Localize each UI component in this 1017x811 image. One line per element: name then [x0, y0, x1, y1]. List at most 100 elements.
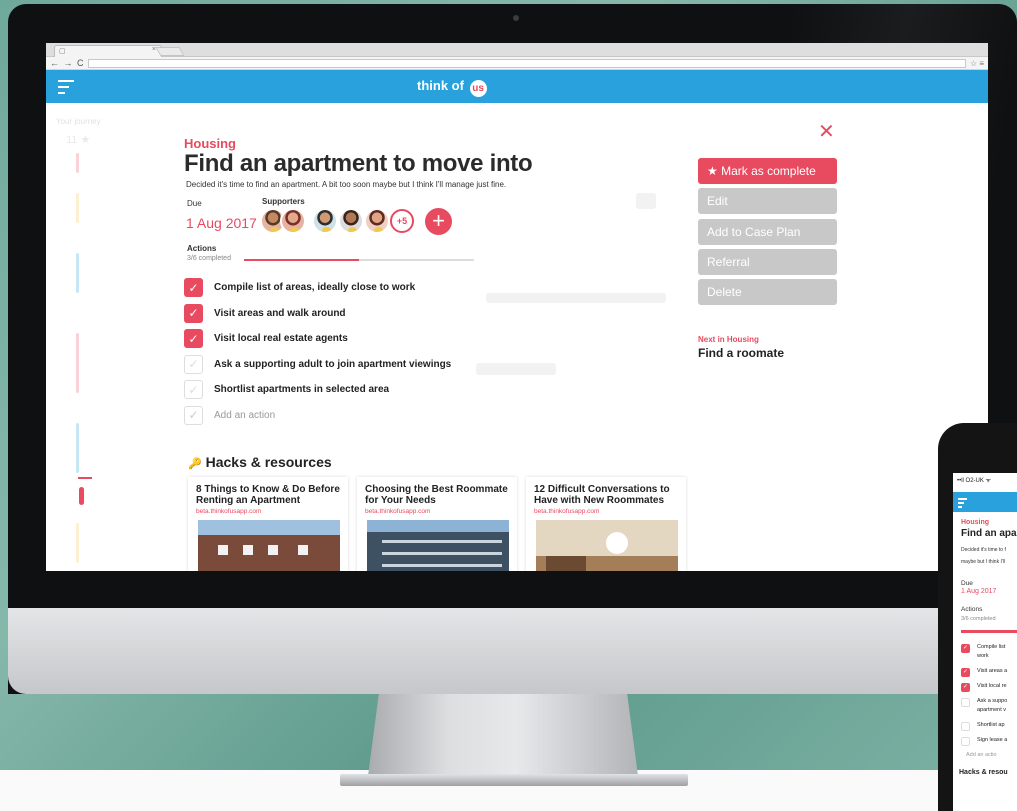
journey-segment	[76, 423, 79, 473]
actions-progress-track	[244, 259, 474, 261]
app-logo: think of us	[417, 78, 487, 97]
phone-action-label: Shortlist ap	[977, 722, 1005, 728]
phone-action-checkbox[interactable]	[961, 722, 970, 731]
resource-card-source[interactable]: beta.thinkofusapp.com	[365, 508, 509, 515]
resource-card-image[interactable]	[536, 520, 678, 571]
avatar[interactable]	[280, 208, 306, 234]
monitor-stand	[368, 694, 638, 776]
action-checkbox[interactable]: ✓	[184, 354, 203, 374]
phone-add-action[interactable]: Add an actio	[961, 752, 1017, 759]
monitor-base	[340, 774, 688, 786]
action-checkbox[interactable]: ✓	[184, 303, 203, 323]
task-title: Find an apartment to move into	[184, 150, 533, 177]
resource-card-title[interactable]: Choosing the Best Roommate for Your Need…	[365, 484, 509, 506]
journey-segment	[76, 153, 79, 173]
add-action-input[interactable]: Add an action	[214, 410, 275, 421]
journey-segment	[76, 333, 79, 393]
action-checkbox[interactable]: ✓	[184, 329, 203, 349]
resource-card-source[interactable]: beta.thinkofusapp.com	[196, 508, 340, 515]
journey-label: Your journey	[56, 117, 101, 126]
action-checkbox[interactable]: ✓	[184, 380, 203, 400]
next-task-link[interactable]: Find a roomate	[698, 346, 784, 360]
bookmark-menu-icons[interactable]: ☆ ≡	[970, 57, 984, 70]
delete-button[interactable]: Delete	[698, 279, 837, 305]
action-checkbox[interactable]: ✓	[184, 278, 203, 298]
hacks-heading: 🔑 Hacks & resources	[188, 454, 332, 470]
phone-action-item[interactable]: ✓ Visit areas a	[961, 668, 1017, 677]
due-label: Due	[187, 199, 202, 208]
monitor-chin	[8, 608, 1017, 694]
new-tab-button[interactable]	[155, 47, 185, 56]
resource-card-title[interactable]: 8 Things to Know & Do Before Renting an …	[196, 484, 340, 506]
phone-action-checkbox[interactable]: ✓	[961, 644, 970, 653]
resource-card-image[interactable]	[367, 520, 509, 571]
action-list: ✓ Compile list of areas, ideally close to…	[184, 275, 644, 428]
more-supporters-badge[interactable]: +5	[390, 209, 414, 233]
avatar[interactable]	[364, 208, 390, 234]
key-icon: 🔑	[188, 458, 202, 470]
phone-action-item[interactable]: apartment v	[961, 707, 1017, 716]
phone-due-date[interactable]: 1 Aug 2017	[961, 588, 996, 595]
phone-action-checkbox[interactable]: ✓	[961, 668, 970, 677]
phone-description-line: Decided it's time to f	[961, 547, 1006, 553]
phone-action-item[interactable]: work	[961, 653, 1017, 662]
resource-card[interactable]: 8 Things to Know & Do Before Renting an …	[188, 477, 348, 571]
action-item[interactable]: ✓ Visit areas and walk around	[184, 301, 644, 327]
actions-completed: 3/6 completed	[187, 255, 231, 262]
add-action-row[interactable]: ✓ Add an action	[184, 403, 644, 429]
actions-progress-fill	[244, 259, 359, 261]
phone-action-checkbox[interactable]	[961, 737, 970, 746]
phone-action-item[interactable]: Ask a suppo	[961, 698, 1017, 707]
action-item[interactable]: ✓ Visit local real estate agents	[184, 326, 644, 352]
actions-label: Actions	[187, 244, 217, 253]
resource-card-source[interactable]: beta.thinkofusapp.com	[534, 508, 678, 515]
resource-card-image[interactable]	[198, 520, 340, 571]
address-field[interactable]	[88, 59, 966, 68]
avatar[interactable]	[338, 208, 364, 234]
browser-tab[interactable]: ▢ ×	[54, 45, 162, 57]
resource-card-title[interactable]: 12 Difficult Conversations to Have with …	[534, 484, 678, 506]
action-item[interactable]: ✓ Ask a supporting adult to join apartmen…	[184, 352, 644, 378]
avatar[interactable]	[312, 208, 338, 234]
phone-add-action-input[interactable]: Add an actio	[966, 752, 997, 759]
add-supporter-button[interactable]: +	[425, 208, 452, 235]
logo-badge: us	[469, 80, 487, 97]
add-to-case-plan-button[interactable]: Add to Case Plan	[698, 219, 837, 245]
resource-card[interactable]: 12 Difficult Conversations to Have with …	[526, 477, 686, 571]
add-action-checkbox: ✓	[184, 405, 203, 425]
supporters-label: Supporters	[262, 197, 305, 206]
journey-stars: 11 ★	[66, 134, 91, 146]
menu-icon[interactable]	[58, 80, 74, 98]
referral-button[interactable]: Referral	[698, 249, 837, 275]
phone-actions-label: Actions	[961, 606, 983, 613]
phone-action-item[interactable]: Sign lease a	[961, 737, 1017, 746]
edit-button[interactable]: Edit	[698, 188, 837, 214]
close-icon[interactable]: ✕	[818, 122, 835, 142]
phone-task-title: Find an apa	[961, 528, 1017, 539]
nav-buttons[interactable]: ← → C	[50, 57, 85, 70]
phone-action-checkbox[interactable]	[961, 698, 970, 707]
action-label: Shortlist apartments in selected area	[214, 384, 390, 396]
action-item[interactable]: ✓ Shortlist apartments in selected area	[184, 377, 644, 403]
phone-action-checkbox[interactable]: ✓	[961, 683, 970, 692]
menu-icon[interactable]	[958, 498, 967, 510]
due-date[interactable]: 1 Aug 2017	[186, 215, 257, 231]
task-description: Decided it's time to find an apartment. …	[186, 180, 507, 189]
mark-complete-button[interactable]: ★ Mark as complete	[698, 158, 837, 184]
phone-action-label: Ask a suppo	[977, 698, 1008, 704]
tab-strip: ▢ ×	[46, 43, 988, 57]
phone-progress-fill	[961, 630, 1017, 633]
phone-action-item[interactable]: ✓ Visit local re	[961, 683, 1017, 692]
phone-action-label: Visit local re	[977, 683, 1007, 689]
url-bar: ← → C ☆ ≡	[46, 57, 988, 70]
phone-task-category: Housing	[961, 519, 989, 526]
resource-card[interactable]: Choosing the Best Roommate for Your Need…	[357, 477, 517, 571]
browser-window: ▢ × ← → C ☆ ≡ think of us Your journey 1…	[46, 43, 988, 571]
logo-text: think of	[417, 78, 464, 93]
action-label: Ask a supporting adult to join apartment…	[214, 358, 452, 370]
phone-action-item[interactable]: Shortlist ap	[961, 722, 1017, 731]
background-ghost	[636, 193, 656, 209]
phone-action-item[interactable]: ✓ Compile list	[961, 644, 1017, 653]
phone-action-label: apartment v	[977, 707, 1007, 713]
action-item[interactable]: ✓ Compile list of areas, ideally close to…	[184, 275, 644, 301]
